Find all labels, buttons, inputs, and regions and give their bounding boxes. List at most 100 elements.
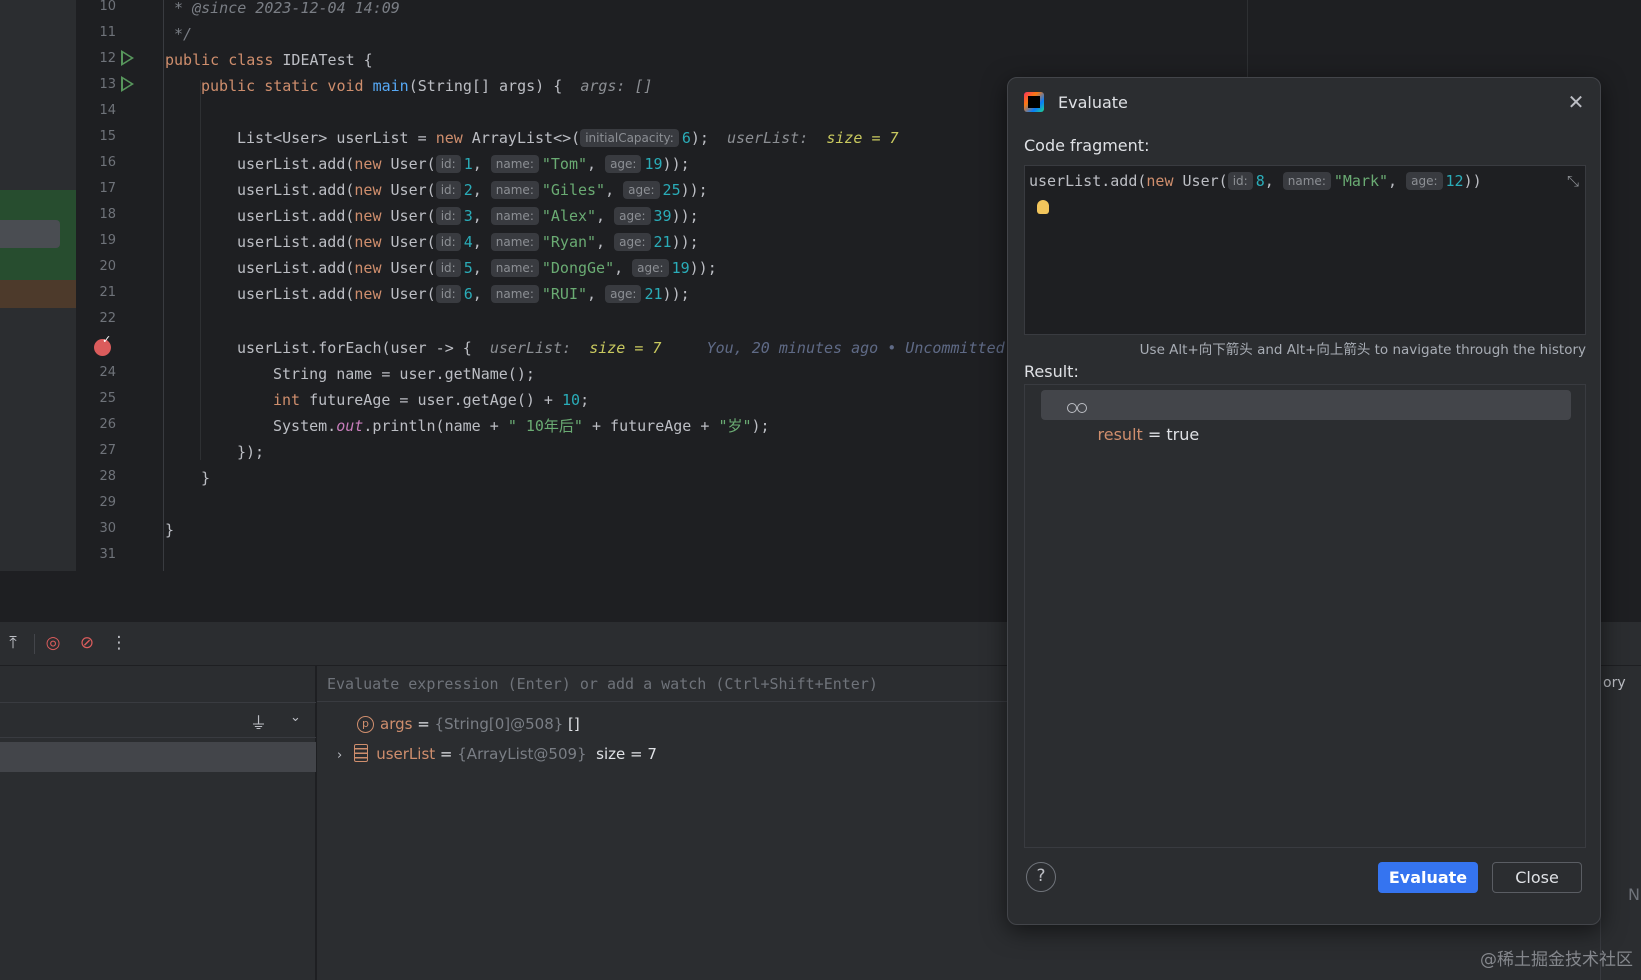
history-hint: Use Alt+向下箭头 and Alt+向上箭头 to navigate th…: [1139, 342, 1586, 358]
collapse-icon[interactable]: ⤡: [1567, 172, 1579, 190]
code-text: );: [690, 129, 709, 147]
foreach-line: userList.forEach(user -> { userList: siz…: [237, 335, 1005, 361]
param-hint: id:: [435, 207, 461, 225]
keyword: int: [273, 391, 301, 409]
keyword: new: [354, 155, 382, 173]
code-text: ,: [596, 233, 615, 251]
code-text: ): [1463, 172, 1473, 190]
param-hint: id:: [435, 285, 461, 303]
static-field: out: [336, 417, 364, 435]
line-number: 20: [99, 259, 116, 274]
code-fragment-text[interactable]: userList.add(new User(id: 8, name: "Mark",…: [1029, 170, 1482, 192]
list-field-icon: [354, 744, 369, 762]
left-side-strip: [0, 0, 76, 571]
variable-name: args: [380, 715, 413, 733]
param-hint: id:: [435, 233, 461, 251]
history-tab[interactable]: ory: [1603, 675, 1626, 691]
code-text: }: [165, 521, 175, 539]
selected-frame[interactable]: [0, 742, 316, 772]
mute-breakpoints-icon[interactable]: ⊘: [76, 632, 98, 654]
watermark: @稀土掘金技术社区: [1480, 950, 1633, 970]
variable-value: size = 7: [586, 745, 657, 763]
string-literal: "Alex": [541, 207, 597, 225]
line-number: 24: [99, 365, 116, 380]
number-literal: 25: [662, 181, 681, 199]
parameter-icon: p: [357, 716, 374, 733]
param-hint: age:: [605, 155, 642, 173]
equals: =: [1142, 425, 1167, 444]
variable-type: {String[0]@508}: [434, 715, 564, 733]
line-number: 27: [99, 443, 116, 458]
line-number: 17: [99, 181, 116, 196]
main-declaration: public static void main(String[] args) {…: [201, 73, 653, 99]
code-text: ,: [472, 181, 491, 199]
equals: =: [412, 715, 435, 733]
variable-name: userList: [376, 745, 436, 763]
code-text: futureAge = user.getAge() +: [300, 391, 562, 409]
param-hint: initialCapacity:: [580, 129, 679, 147]
variable-value: []: [563, 715, 580, 733]
expand-chevron-icon[interactable]: ›: [337, 748, 342, 763]
code-fragment-editor[interactable]: userList.add(new User(id: 8, name: "Mark",…: [1024, 165, 1586, 335]
line-number: 13: [99, 77, 116, 92]
code-text: userList.add(: [237, 233, 355, 251]
code-text: ,: [472, 233, 491, 251]
param-hint: name:: [490, 233, 539, 251]
code-text: ));: [680, 181, 708, 199]
close-button[interactable]: Close: [1492, 862, 1582, 893]
chevron-down-icon[interactable]: ⌄: [290, 710, 301, 725]
param-hint: age:: [614, 233, 651, 251]
number-literal: 4: [463, 233, 473, 251]
structure-selection[interactable]: [0, 220, 60, 248]
run-class-icon[interactable]: [121, 50, 134, 66]
number-literal: 19: [671, 259, 690, 277]
result-row[interactable]: result = true: [1041, 390, 1571, 444]
line-number: 16: [99, 155, 116, 170]
javadoc-line: * @since 2023-12-04 14:09: [165, 0, 400, 17]
help-button[interactable]: ?: [1026, 862, 1056, 892]
code-text: userList.add(: [237, 155, 355, 173]
string-literal: "RUI": [541, 285, 588, 303]
run-main-icon[interactable]: [121, 76, 134, 92]
more-options-icon[interactable]: ⋮: [108, 632, 130, 654]
param-hint: age:: [632, 259, 669, 277]
code-text: ,: [614, 259, 633, 277]
code-text: User(: [381, 155, 436, 173]
keyword: new: [354, 285, 382, 303]
code-text: ;: [580, 391, 590, 409]
number-literal: 10: [562, 391, 581, 409]
evaluate-button[interactable]: Evaluate: [1378, 862, 1478, 893]
keyword: new: [354, 207, 382, 225]
code-text: User(: [1173, 172, 1228, 190]
code-text: + futureAge +: [582, 417, 719, 435]
code-text: ));: [662, 285, 690, 303]
inline-debug-value: args: []: [580, 77, 653, 95]
line-number: 18: [99, 207, 116, 222]
export-icon[interactable]: ⤒: [2, 632, 24, 654]
param-hint: age:: [623, 181, 660, 199]
view-breakpoints-icon[interactable]: ◎: [42, 632, 64, 654]
add-line: userList.add(new User(id: 3, name: "Alex",…: [237, 203, 699, 229]
variable-row[interactable]: p args = {String[0]@508} []: [357, 709, 580, 739]
filter-icon[interactable]: ⏚: [250, 709, 267, 734]
number-literal: 39: [653, 207, 672, 225]
code-text: System.: [273, 417, 337, 435]
param-hint: id:: [435, 259, 461, 277]
keyword: public class: [165, 51, 274, 69]
line-number: 26: [99, 417, 116, 432]
lightbulb-icon[interactable]: [1037, 200, 1049, 214]
string-literal: " 10年后": [507, 417, 583, 435]
dialog-title: Evaluate: [1058, 93, 1128, 112]
line-number: 14: [99, 103, 116, 118]
variable-row[interactable]: › userList = {ArrayList@509} size = 7: [337, 739, 657, 769]
result-name: result: [1097, 425, 1143, 444]
code-fragment-label: Code fragment:: [1024, 136, 1150, 155]
add-line: userList.add(new User(id: 1, name: "Tom", …: [237, 151, 690, 177]
class-name: IDEATest {: [273, 51, 373, 69]
breakpoint-icon[interactable]: [94, 333, 111, 356]
number-literal: 6: [681, 129, 691, 147]
code-text: userList.forEach(user -> {: [237, 339, 472, 357]
close-icon[interactable]: ✕: [1562, 88, 1590, 116]
inline-debug-name: userList:: [489, 339, 572, 357]
line-number: 10: [99, 0, 116, 14]
